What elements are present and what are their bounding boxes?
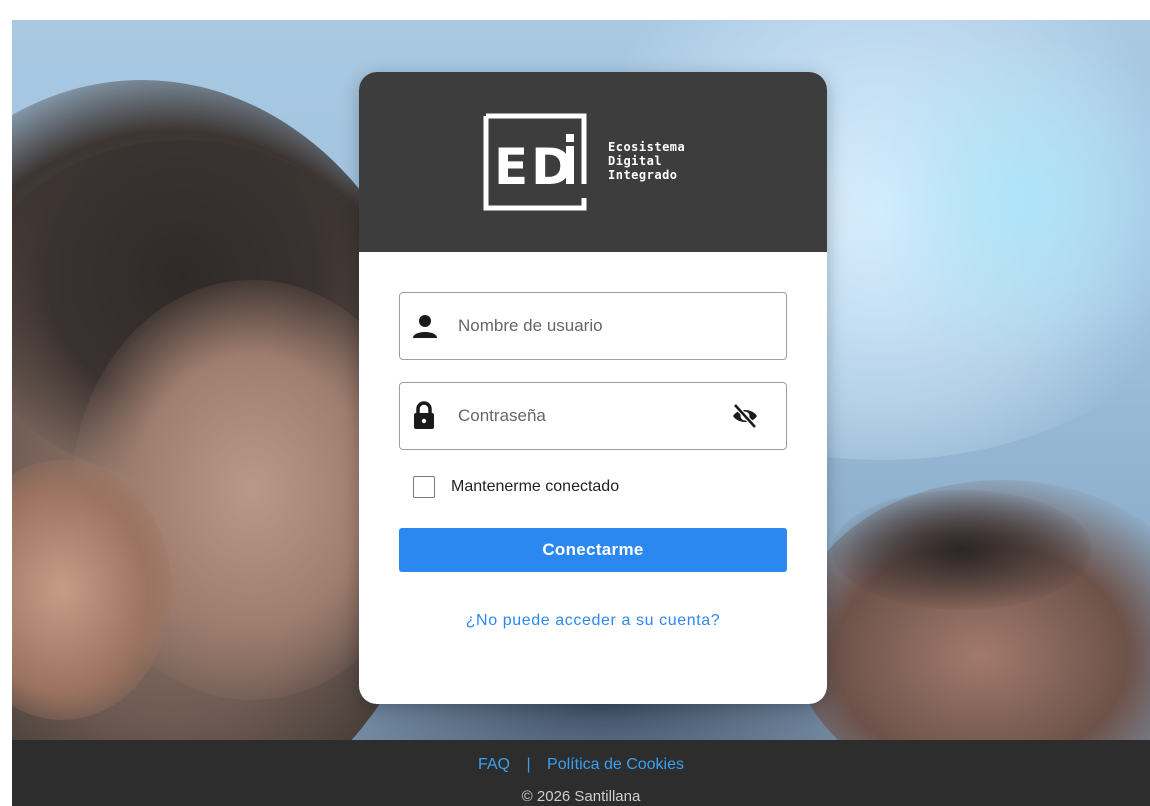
forgot-account-link[interactable]: ¿No puede acceder a su cuenta? (399, 612, 787, 630)
edi-logo-mark: ED (483, 113, 587, 211)
edi-logo: ED Ecosistema Digital Integrado (480, 112, 712, 214)
login-button[interactable]: Conectarme (399, 528, 787, 572)
faq-link[interactable]: FAQ (478, 756, 510, 773)
eye-slash-icon[interactable] (730, 403, 760, 429)
footer-separator: | (526, 756, 531, 773)
password-input[interactable] (458, 406, 708, 426)
password-field[interactable] (399, 382, 787, 450)
username-input[interactable] (458, 316, 708, 336)
page: ED Ecosistema Digital Integrado Nombre d… (12, 20, 1150, 806)
footer: FAQ | Política de Cookies © 2026 Santill… (12, 740, 1150, 806)
user-icon (412, 311, 452, 341)
brand-line-2: Digital (608, 154, 663, 168)
login-card: ED Ecosistema Digital Integrado Nombre d… (359, 72, 827, 704)
login-form: Mantenerme conectado Conectarme ¿No pued… (359, 252, 827, 630)
brand-line-1: Ecosistema (608, 140, 686, 154)
remember-label: Mantenerme conectado (451, 478, 620, 495)
footer-links: FAQ | Política de Cookies (12, 740, 1150, 774)
brand-line-3: Integrado (608, 168, 678, 182)
lock-icon (412, 401, 452, 431)
remember-checkbox[interactable] (413, 476, 435, 498)
card-header: ED Ecosistema Digital Integrado (359, 72, 827, 252)
username-field[interactable] (399, 292, 787, 360)
copyright: © 2026 Santillana (521, 788, 641, 805)
remember-me[interactable]: Mantenerme conectado (413, 476, 787, 498)
svg-text:ED: ED (494, 138, 576, 196)
brand-name: Ecosistema Digital Integrado (608, 140, 685, 182)
cookies-policy-link[interactable]: Política de Cookies (547, 756, 684, 773)
